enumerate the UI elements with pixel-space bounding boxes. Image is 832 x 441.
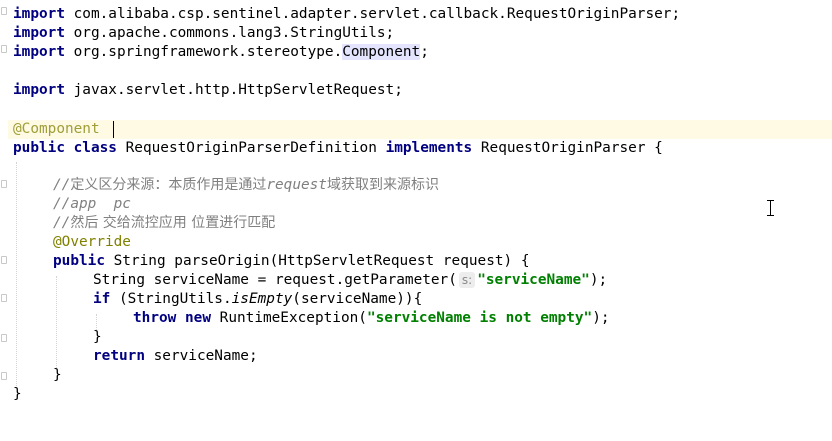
code-line-import[interactable]: import com.alibaba.csp.sentinel.adapter.… [13,5,680,24]
code-line-statement[interactable]: if (StringUtils.isEmpty(serviceName)){ [93,290,422,309]
fold-marker-icon[interactable] [1,372,7,380]
string-literal: "serviceName" [477,272,590,288]
punctuation: ); [592,310,610,326]
keyword: import [13,82,65,98]
code-line-class-declaration[interactable]: public class RequestOriginParserDefiniti… [13,139,663,158]
code-line-comment[interactable]: //定义区分来源：本质作用是通过request域获取到来源标识 [53,176,439,195]
code-line-statement[interactable]: throw new RuntimeException("serviceName … [133,309,610,328]
closing-brace: } [93,329,102,345]
method-signature: String parseOrigin(HttpServletRequest re… [104,253,530,269]
statement-text: serviceName; [144,348,258,364]
punctuation: ; [420,44,429,60]
keyword: import [13,44,65,60]
keyword: public class [13,140,117,156]
current-line-highlight [8,120,832,139]
string-literal: "serviceName is not empty" [366,310,593,326]
code-line-brace[interactable]: } [53,366,62,385]
indent-guide [16,162,17,386]
statement-text: (serviceName)){ [292,291,423,307]
code-line-statement[interactable]: return serviceName; [93,347,258,366]
keyword: if [93,291,111,307]
comment-text: //app pc [53,196,131,212]
annotation: @Override [53,234,131,250]
keyword: throw [133,310,177,326]
highlighted-reference: Component [342,44,421,60]
fold-marker-icon[interactable] [1,45,7,53]
keyword: import [13,6,65,22]
fold-marker-icon[interactable] [1,7,7,15]
interface-name: RequestOriginParser { [472,140,663,156]
keyword: implements [385,140,473,156]
comment-text: 然后 交给流控应用 位置进行匹配 [70,215,276,231]
import-path: org.springframework.stereotype. [64,44,343,60]
fold-marker-icon[interactable] [1,334,7,342]
code-line-statement[interactable]: String serviceName = request.getParamete… [93,271,607,290]
code-line-import[interactable]: import org.apache.commons.lang3.StringUt… [13,24,394,43]
class-name: RequestOriginParserDefinition [116,140,386,156]
comment-text: 域获取到来源标识 [326,177,439,193]
code-editor[interactable]: import com.alibaba.csp.sentinel.adapter.… [0,0,832,441]
code-line-annotation[interactable]: @Override [53,233,131,252]
code-line-brace[interactable]: } [93,328,102,347]
comment-slashes: // [53,177,71,193]
import-path: javax.servlet.http.HttpServletRequest; [64,82,403,98]
fold-marker-icon[interactable] [1,180,7,188]
import-path: com.alibaba.csp.sentinel.adapter.servlet… [64,6,681,22]
text-caret [113,121,114,138]
parameter-hint: s: [458,272,476,288]
code-line-import[interactable]: import javax.servlet.http.HttpServletReq… [13,81,403,100]
text-cursor-icon [766,200,775,216]
closing-brace: } [53,367,62,383]
indent-guide [56,276,57,368]
code-line-comment[interactable]: //然后 交给流控应用 位置进行匹配 [53,214,275,233]
closing-brace: } [13,386,22,402]
statement-text: (StringUtils. [110,291,232,307]
keyword: new [185,310,211,326]
comment-text: request [266,177,327,193]
code-line-brace[interactable]: } [13,385,22,404]
import-path: org.apache.commons.lang3.StringUtils; [64,25,395,41]
annotation: @Component [13,121,100,137]
static-method-call: isEmpty [231,291,293,307]
statement-text: RuntimeException( [211,310,367,326]
fold-marker-icon[interactable] [1,256,7,264]
comment-text: 定义区分来源：本质作用是通过 [70,177,267,193]
fold-marker-icon[interactable] [1,294,7,302]
statement-text: String serviceName = request.getParamete… [93,272,457,288]
punctuation: ); [589,272,608,288]
keyword: return [93,348,145,364]
comment-slashes: // [53,215,71,231]
code-line-annotation[interactable]: @Component [13,120,100,139]
code-line-comment[interactable]: //app pc [53,195,131,214]
code-line-method-declaration[interactable]: public String parseOrigin(HttpServletReq… [53,252,530,271]
code-line-import[interactable]: import org.springframework.stereotype.Co… [13,43,429,62]
keyword: public [53,253,105,269]
keyword: import [13,25,65,41]
